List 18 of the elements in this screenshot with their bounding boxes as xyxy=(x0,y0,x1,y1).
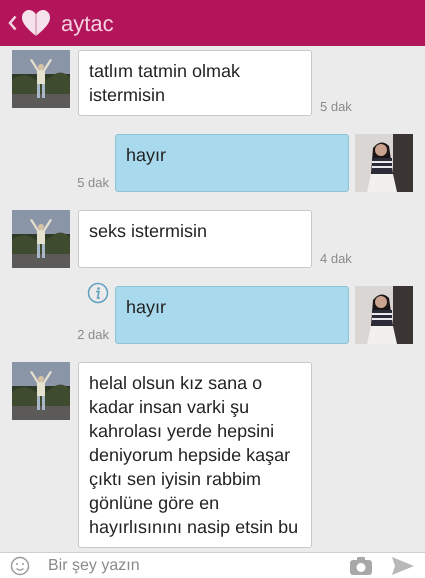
message-bubble: helal olsun kız sana o kadar insan varki şu kahrolası yerde hepsini deniyorum hepside kaşar çıktı sen iyisin rabbim gönlüne göre en hayırlısınını nasip etsin bu xyxy=(78,362,312,548)
message-time: 5 dak xyxy=(320,98,352,116)
message-time: 5 dak xyxy=(77,174,109,192)
message-time: 2 dak xyxy=(77,326,109,344)
info-icon[interactable] xyxy=(87,282,109,304)
back-icon[interactable] xyxy=(8,15,17,31)
send-icon[interactable] xyxy=(391,556,415,576)
message-bubble: hayır xyxy=(115,134,349,192)
message-time: 4 dak xyxy=(320,250,352,268)
heart-logo-icon xyxy=(21,9,51,37)
message-field[interactable]: Bir şey yazın xyxy=(0,552,425,578)
message-bubble: tatlım tatmin olmak istermisin xyxy=(78,50,312,116)
camera-icon[interactable] xyxy=(349,556,373,576)
chat-title: aytac xyxy=(61,10,114,38)
smiley-icon[interactable] xyxy=(10,556,30,576)
message-bubble: seks istermisin xyxy=(78,210,312,268)
message-input[interactable]: Bir şey yazın xyxy=(48,554,331,578)
message-bubble: hayır xyxy=(115,286,349,344)
